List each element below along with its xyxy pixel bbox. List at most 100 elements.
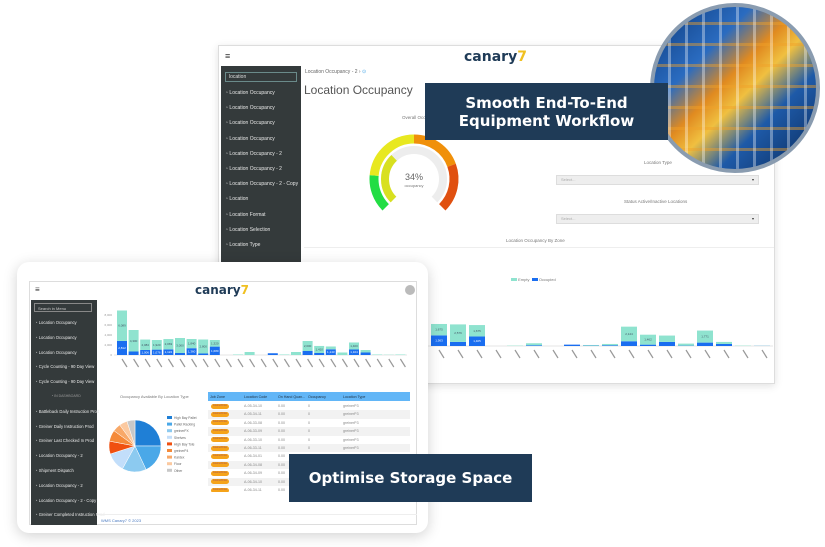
location-type-pie: High Bay Pallet Pallet Racking greinerPX Sh… — [108, 416, 197, 473]
sidebar-item[interactable]: Location Selection — [225, 227, 270, 233]
sidebar-item[interactable]: Location Type — [225, 242, 260, 248]
legend-label: Shelves — [174, 436, 186, 440]
bar-occupied — [659, 341, 675, 346]
legend-swatch — [167, 429, 172, 433]
x-tick-label — [514, 349, 521, 359]
legend-swatch — [167, 422, 172, 426]
sidebar-item[interactable]: IN DASHBOARD — [51, 394, 81, 398]
x-tick-label — [628, 349, 635, 359]
table-row[interactable]: GreinerDrive A-06-33-08 0.00 0 greinerP3 — [208, 418, 410, 428]
sidebar-item[interactable]: Location Occupancy — [35, 320, 77, 325]
sidebar-item[interactable]: Location Occupancy - 2 - Copy — [225, 181, 298, 187]
bar-label: 1,006 — [141, 350, 149, 354]
x-tick-label — [399, 358, 406, 368]
table-cell: 0.00 — [278, 488, 285, 492]
column-header[interactable]: Occupancy — [308, 395, 326, 399]
x-tick-label — [495, 349, 502, 359]
table-row[interactable]: GreinerDrive A-06-33-09 0.00 0 greinerP3 — [208, 427, 410, 436]
breadcrumb-text[interactable]: Location Occupancy - 2 — [305, 69, 358, 75]
bar-occupied — [526, 345, 542, 346]
brand-logo: canary7 — [464, 49, 527, 65]
bar-empty — [337, 352, 348, 355]
table-row[interactable]: GreinerDrive A-05-34-10 0.00 0 greinerP3 — [208, 402, 410, 411]
status-select[interactable]: Select... ▾ — [556, 214, 759, 224]
sidebar-item[interactable]: Location Occupancy - 2 — [225, 151, 282, 157]
bar-occupied — [360, 352, 371, 355]
table-row[interactable]: GreinerDrive A-05-34-11 0.00 0 greinerP3 — [208, 410, 410, 419]
menu-icon[interactable]: ≡ — [225, 51, 230, 61]
brand-logo: canary7 — [195, 283, 249, 297]
column-header[interactable]: Job Zone — [210, 395, 225, 399]
x-tick-label — [685, 349, 692, 359]
table-row[interactable]: GreinerDrive A-06-33-10 0.00 0 greinerP3 — [208, 435, 410, 444]
storage-banner: Optimise Storage Space — [289, 454, 532, 502]
breadcrumb[interactable]: Location Occupancy - 2 › ⊙ — [305, 69, 366, 75]
sidebar-item[interactable]: Location Occupancy — [225, 105, 274, 111]
x-tick-label — [388, 358, 395, 368]
legend-label: Floor — [174, 462, 182, 466]
table-row[interactable]: GreinerDrive A-06-33-11 0.00 0 greinerP3 — [208, 444, 410, 453]
y-tick-label: 6,000 — [104, 323, 112, 327]
sidebar-item[interactable]: Location Occupancy — [225, 136, 274, 142]
sidebar-item[interactable]: Location — [225, 196, 248, 202]
menu-icon[interactable]: ≡ — [35, 285, 40, 294]
zone-badge: GreinerDrive — [211, 420, 229, 426]
gauge-value: 34% — [404, 172, 423, 182]
table-cell: 0 — [308, 437, 310, 442]
table-cell: greinerP3 — [343, 412, 359, 417]
x-tick-label — [704, 349, 711, 359]
sidebar-item[interactable]: Battleback Daily Instruction Prod — [35, 409, 100, 414]
table-cell: 0.00 — [278, 404, 285, 408]
occupancy-bar-chart: 6,089 2,812 4,3002,084 1,006 1,920 1,076 2,069… — [104, 310, 407, 368]
table-cell: 0 — [308, 446, 310, 450]
column-header[interactable]: Location Code — [244, 395, 267, 399]
bar-label: 1,563 — [435, 339, 443, 343]
bar-label: 1,410 — [315, 347, 323, 351]
user-avatar-icon[interactable] — [405, 285, 415, 295]
zone-badge: GreinerDrive — [211, 462, 229, 468]
x-tick-label — [214, 358, 221, 368]
menu-search-input[interactable]: location — [225, 72, 297, 82]
bar-label: 1,104 — [350, 350, 358, 354]
status-label: Status Active/Inactive Locations — [624, 199, 688, 204]
x-tick-label — [260, 358, 267, 368]
sidebar-item[interactable]: Cycle Counting - 90 Day View — [35, 364, 95, 369]
sidebar-item[interactable]: Location Occupancy - 2 — [35, 453, 83, 458]
sidebar-item[interactable]: Location Occupancy - 2 — [225, 166, 282, 172]
sidebar-item[interactable]: Cycle Counting - 90 Day View — [35, 379, 95, 384]
info-icon[interactable]: ⊙ — [362, 69, 366, 75]
sidebar-item[interactable]: Location Occupancy — [35, 335, 77, 340]
y-tick-label: 0 — [110, 353, 112, 357]
table-cell: 0.00 — [278, 446, 285, 450]
table-cell: 0 — [308, 429, 310, 434]
sidebar-item[interactable]: Greiner Completed Instruction Prod — [35, 512, 105, 517]
bar-occupied — [314, 353, 325, 355]
bar-label: 1,143 — [327, 350, 335, 354]
zone-badge: GreinerDrive — [211, 453, 229, 459]
bar-label: 2,084 — [141, 343, 149, 347]
sidebar-item[interactable]: Shipment Dispatch — [35, 468, 74, 473]
zone-badge: GreinerDrive — [211, 428, 229, 434]
sidebar-item[interactable]: Greiner Daily Instruction Prod — [35, 424, 94, 429]
table-cell: 0 — [308, 420, 310, 425]
sidebar-item[interactable]: Location Occupancy — [225, 90, 274, 96]
bar-empty — [291, 352, 301, 355]
bar-occupied — [564, 344, 580, 346]
bar-label: 1,320 — [211, 341, 219, 345]
sidebar-item[interactable]: Location Format — [225, 212, 265, 218]
column-header[interactable]: On Hand Quan... — [278, 395, 305, 399]
location-type-select[interactable]: Select... ▾ — [556, 175, 759, 185]
pie-slice — [134, 419, 162, 447]
x-tick-label — [723, 349, 730, 359]
sidebar-item[interactable]: Location Occupancy — [35, 350, 77, 355]
sidebar-item[interactable]: Greiner Last Checked In Prod — [35, 438, 94, 443]
legend-label: Other — [174, 469, 183, 473]
column-header[interactable]: Location Type — [343, 395, 365, 399]
bar-empty — [360, 350, 371, 353]
sidebar-item[interactable]: Location Occupancy — [225, 120, 274, 126]
sidebar-item[interactable]: Location Occupancy - 2 - Copy — [35, 498, 97, 503]
menu-search-input[interactable]: Search in Menu — [34, 303, 92, 312]
sidebar-item[interactable]: Location Occupancy - 2 — [35, 483, 83, 488]
zone-badge: GreinerDrive — [211, 445, 229, 451]
x-tick-label — [476, 349, 483, 359]
